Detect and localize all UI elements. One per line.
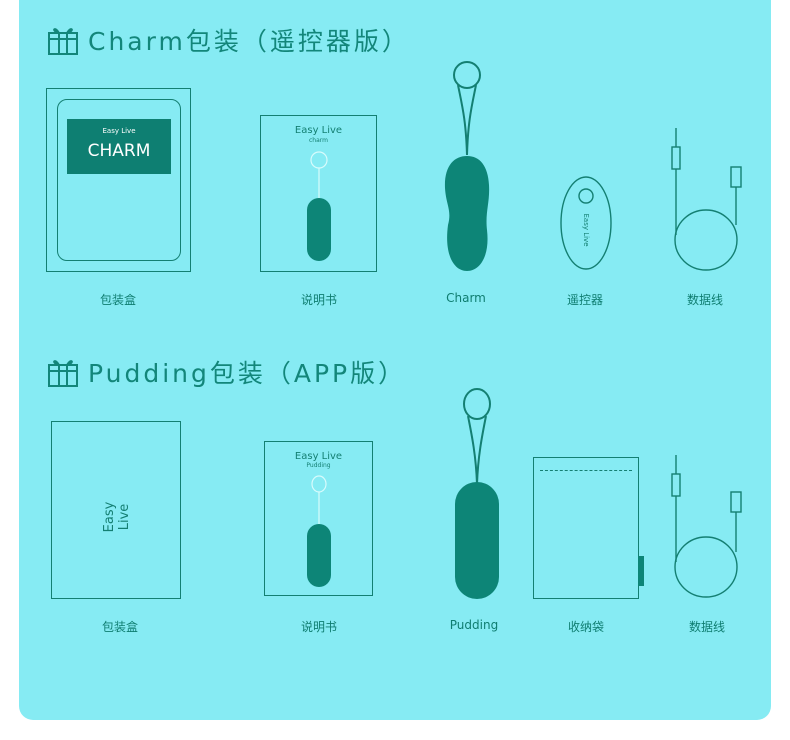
caption-charm: Charm <box>446 291 486 305</box>
caption-box: 包装盒 <box>99 293 136 307</box>
storage-pouch-illustration <box>533 457 644 599</box>
manual-brand-text: Easy Live <box>294 451 343 462</box>
gift-icon <box>48 28 78 55</box>
caption-remote: 遥控器 <box>566 293 603 307</box>
caption-pouch: 收纳袋 <box>567 620 604 634</box>
package-box-illustration: Easy Live <box>51 421 181 599</box>
section-title-charm: Charm包装（遥控器版） <box>46 20 410 60</box>
package-box-illustration: Easy Live CHARM <box>46 88 191 272</box>
manual-illustration: Easy Live Pudding <box>264 441 373 596</box>
section-title-text: Charm包装（遥控器版） <box>88 27 410 56</box>
manual-illustration: Easy Live charm <box>260 115 377 272</box>
pudding-product-illustration <box>455 388 499 599</box>
pouch-seam <box>540 470 632 471</box>
pouch-tab <box>638 556 644 586</box>
usb-cable-illustration <box>671 128 742 271</box>
caption-cable: 数据线 <box>686 293 723 307</box>
manual-product-drawing <box>307 475 331 587</box>
section-title-text: Pudding包装（APP版） <box>88 359 407 388</box>
charm-product-illustration <box>444 61 490 271</box>
caption-pudding: Pudding <box>449 618 499 632</box>
caption-manual: 说明书 <box>300 620 337 634</box>
section-title-pudding: Pudding包装（APP版） <box>46 352 406 392</box>
remote-brand-text: Easy Live <box>582 213 590 247</box>
caption-cable: 数据线 <box>688 620 725 634</box>
box-product-name: CHARM <box>87 141 151 161</box>
usb-cable-illustration <box>671 455 742 598</box>
caption-box: 包装盒 <box>101 620 138 634</box>
box-brand-text: Easy Live <box>102 501 132 533</box>
caption-manual: 说明书 <box>300 293 337 307</box>
manual-brand-text: Easy Live <box>294 125 343 136</box>
gift-icon <box>48 360 78 387</box>
box-brand-text: Easy Live <box>102 127 136 135</box>
box-label: Easy Live CHARM <box>67 119 171 174</box>
manual-product-drawing <box>307 151 331 261</box>
manual-sub-text: charm <box>309 137 328 144</box>
manual-sub-text: Pudding <box>306 462 331 469</box>
